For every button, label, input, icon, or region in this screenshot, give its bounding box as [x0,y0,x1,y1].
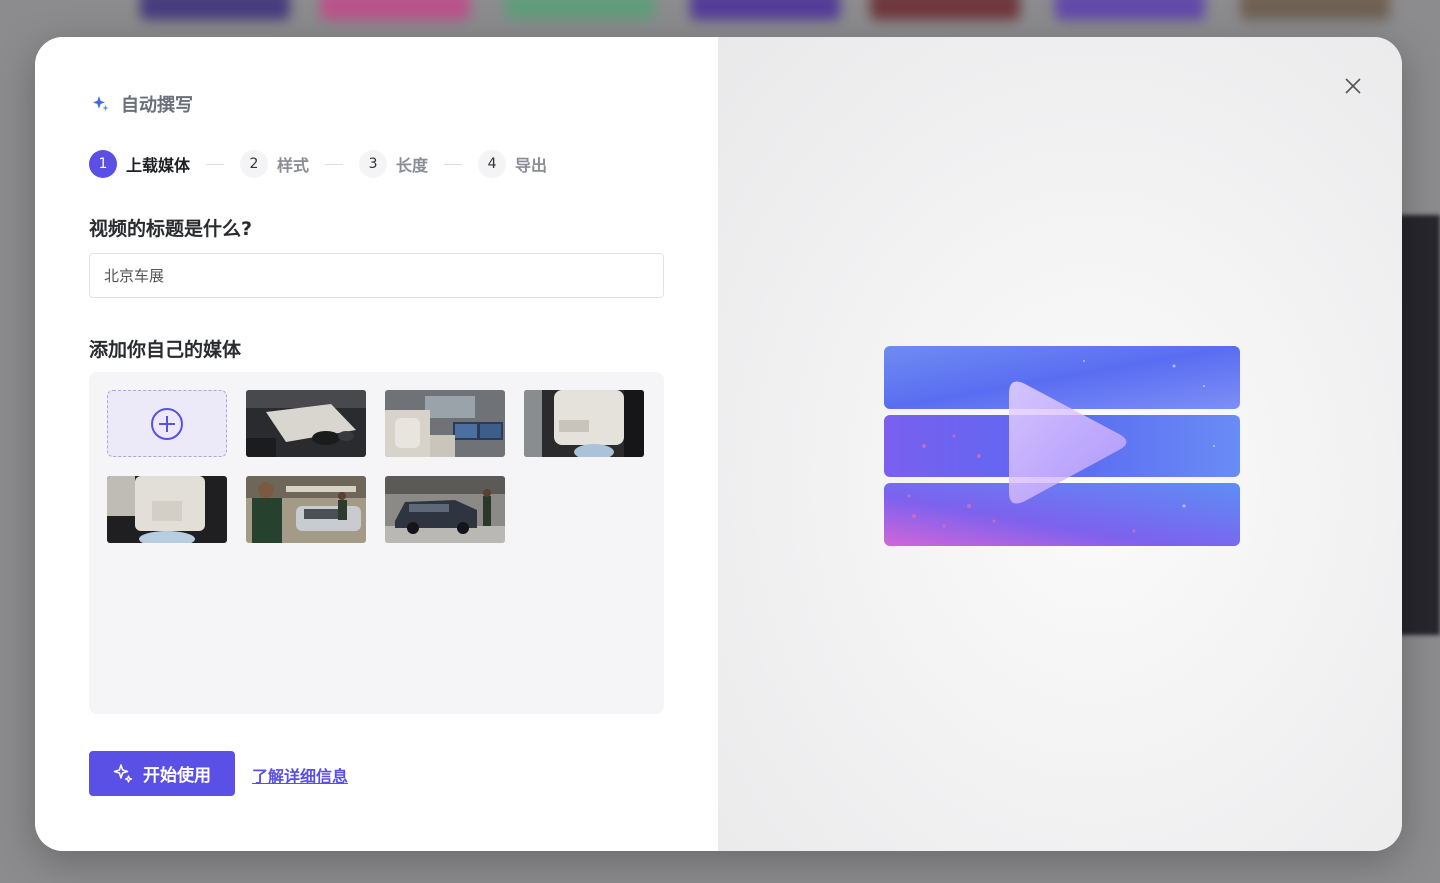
step-number: 3 [359,150,388,178]
sparkle-icon [93,96,109,111]
video-play-illustration [884,346,1240,546]
step-number: 4 [478,150,507,178]
learn-more-link[interactable]: 了解详细信息 [252,763,348,787]
video-title-heading: 视频的标题是什么? [89,218,253,240]
dialog-title: 自动撰写 [121,95,193,116]
dialog-header: 自动撰写 [91,91,193,117]
step-length[interactable]: 3 长度 [359,150,428,178]
dialog-preview-panel [718,37,1402,851]
media-thumbnail[interactable] [524,390,644,457]
step-label: 样式 [277,156,310,175]
step-upload-media[interactable]: 1 上载媒体 [89,150,190,178]
close-icon[interactable] [1342,75,1364,97]
step-divider [206,163,225,165]
step-style[interactable]: 2 样式 [240,150,309,178]
media-thumbnail[interactable] [246,390,366,457]
step-label: 长度 [396,156,429,175]
media-thumbnail[interactable] [385,390,505,457]
step-divider [444,163,463,165]
step-number: 1 [89,150,117,178]
dialog-left-panel: 自动撰写 1 上载媒体 2 样式 3 长度 4 导出 视频的标题是什么? 北京车… [35,37,718,851]
video-title-input[interactable] [89,253,664,298]
start-button-label: 开始使用 [143,766,211,786]
media-grid [89,372,664,714]
start-button[interactable]: 开始使用 [89,751,235,796]
plus-circle-icon [151,407,183,440]
media-thumbnail[interactable] [246,476,366,543]
step-label: 上载媒体 [126,156,191,175]
step-number: 2 [240,150,269,178]
add-media-button[interactable] [107,390,227,457]
sparkle-icon [113,763,133,783]
media-thumbnail[interactable] [107,476,227,543]
step-label: 导出 [515,156,548,175]
background-thumbnails [0,0,1440,40]
add-media-heading: 添加你自己的媒体 [89,339,242,361]
auto-compose-dialog: 自动撰写 1 上载媒体 2 样式 3 长度 4 导出 视频的标题是什么? 北京车… [35,37,1402,851]
media-thumbnail[interactable] [385,476,505,543]
step-divider [325,163,344,165]
stepper: 1 上载媒体 2 样式 3 长度 4 导出 [89,150,547,178]
step-export[interactable]: 4 导出 [478,150,547,178]
